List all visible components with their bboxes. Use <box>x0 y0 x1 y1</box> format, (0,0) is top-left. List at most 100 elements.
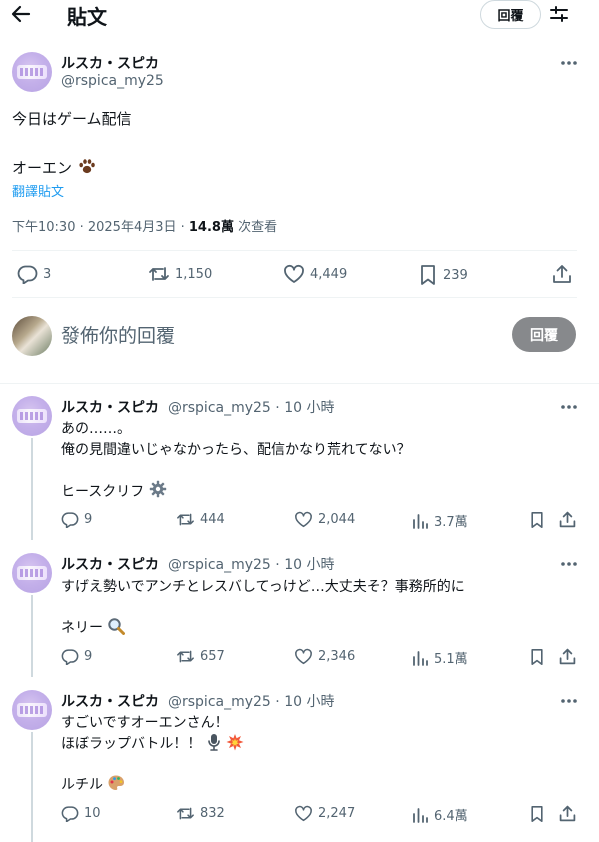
reply-author-name[interactable]: ルスカ・スピカ <box>61 554 159 574</box>
view-count-label: 次查看 <box>233 220 278 235</box>
sliders-icon[interactable] <box>548 3 570 25</box>
heart-icon <box>295 511 312 528</box>
reply-signature: ヒースクリフ <box>61 480 167 501</box>
share-icon <box>559 648 576 665</box>
author-name[interactable]: ルスカ・スピカ <box>61 53 159 73</box>
heart-icon <box>295 648 312 665</box>
thread-line <box>31 732 33 842</box>
repost-action[interactable]: 1,150 <box>148 264 212 284</box>
bookmark-icon <box>531 649 543 665</box>
comment-icon <box>61 649 79 665</box>
reply-count: 9 <box>84 512 93 527</box>
bookmark-action[interactable]: 239 <box>418 264 468 286</box>
like-action[interactable]: 2,044 <box>294 511 355 528</box>
comment-icon <box>61 512 79 528</box>
view-count: 5.1萬 <box>434 652 468 667</box>
bookmark-action[interactable] <box>529 511 545 529</box>
reply-signature-label: ルチル <box>61 777 103 793</box>
share-icon <box>559 511 576 528</box>
reply-action[interactable]: 9 <box>61 648 92 665</box>
heart-icon <box>284 264 304 283</box>
like-action[interactable]: 4,449 <box>283 264 347 284</box>
reply-author-name[interactable]: ルスカ・スピカ <box>61 691 159 711</box>
repost-count: 1,150 <box>175 266 213 282</box>
like-action[interactable]: 2,247 <box>294 805 355 822</box>
reply-sort-button[interactable]: 回覆 <box>480 0 541 29</box>
reply-signature-label: ヒースクリフ <box>61 484 145 500</box>
reply-count: 9 <box>84 649 93 664</box>
like-action[interactable]: 2,346 <box>294 648 355 665</box>
share-icon <box>553 265 571 283</box>
author-avatar[interactable] <box>12 52 52 92</box>
repost-action[interactable]: 657 <box>176 648 225 665</box>
reply-text-line: すげえ勢いでアンチとレスバしてっけど…大丈夫そ？事務所的に <box>61 579 465 595</box>
repost-count: 657 <box>200 649 225 664</box>
reply-signature: ネリー <box>61 617 126 637</box>
reply-text-line: あの……。 <box>61 421 131 437</box>
repost-count: 444 <box>200 512 225 527</box>
reply-avatar[interactable] <box>12 553 52 593</box>
retweet-icon <box>177 650 194 663</box>
analytics-icon <box>413 651 428 666</box>
back-arrow-icon[interactable] <box>9 3 33 25</box>
retweet-icon <box>177 807 194 820</box>
retweet-icon <box>177 513 194 526</box>
reply-count: 3 <box>43 266 52 282</box>
like-count: 2,044 <box>318 512 356 527</box>
reply-action[interactable]: 9 <box>61 511 92 528</box>
gear-emoji-icon <box>149 480 167 498</box>
more-options-icon[interactable] <box>558 558 580 570</box>
top-bar: 貼文 回覆 <box>0 0 599 30</box>
share-icon <box>559 805 576 822</box>
reply-meta[interactable]: @rspica_my25 · 10 小時 <box>168 397 334 417</box>
view-count: 14.8萬 <box>188 220 234 235</box>
paw-emoji-icon <box>77 156 97 176</box>
bookmark-icon <box>531 806 543 822</box>
reply-avatar[interactable] <box>12 690 52 730</box>
timestamp-text: 下午10:30 · 2025年4月3日 · <box>12 220 189 235</box>
thread-line <box>31 438 33 540</box>
bookmark-action[interactable] <box>529 805 545 823</box>
share-action[interactable] <box>551 263 573 285</box>
more-options-icon[interactable] <box>558 57 580 69</box>
bookmark-count: 239 <box>443 267 468 283</box>
views-action[interactable]: 5.1萬 <box>412 648 468 667</box>
author-handle[interactable]: @rspica_my25 <box>61 73 164 89</box>
views-action[interactable]: 3.7萬 <box>412 511 468 530</box>
collision-emoji-icon <box>226 733 244 751</box>
more-options-icon[interactable] <box>558 401 580 413</box>
view-count: 6.4萬 <box>434 809 468 824</box>
repost-action[interactable]: 832 <box>176 805 225 822</box>
repost-count: 832 <box>200 806 225 821</box>
translate-post-link[interactable]: 翻譯貼文 <box>12 181 64 200</box>
share-action[interactable] <box>558 804 577 823</box>
reply-compose-input[interactable]: 發佈你的回覆 <box>61 321 175 348</box>
share-action[interactable] <box>558 510 577 529</box>
magnifier-emoji-icon <box>107 617 126 635</box>
page-title: 貼文 <box>67 5 107 29</box>
comment-icon <box>61 806 79 822</box>
analytics-icon <box>413 514 428 529</box>
reply-meta[interactable]: @rspica_my25 · 10 小時 <box>168 691 334 711</box>
reply-action[interactable]: 10 <box>61 805 101 822</box>
heart-icon <box>295 805 312 822</box>
bookmark-action[interactable] <box>529 648 545 666</box>
divider <box>12 250 577 251</box>
reply-meta[interactable]: @rspica_my25 · 10 小時 <box>168 554 334 574</box>
retweet-icon <box>149 267 169 281</box>
reply-author-name[interactable]: ルスカ・スピカ <box>61 397 159 417</box>
like-count: 2,247 <box>318 806 356 821</box>
palette-emoji-icon <box>107 774 125 792</box>
reply-avatar[interactable] <box>12 396 52 436</box>
share-action[interactable] <box>558 647 577 666</box>
reply-submit-button[interactable]: 回覆 <box>512 317 576 352</box>
reply-action[interactable]: 3 <box>17 264 51 284</box>
repost-action[interactable]: 444 <box>176 511 225 528</box>
reply-text-line: すごいですオーエンさん！ <box>61 715 229 731</box>
post-text-line-2: オーエン <box>12 156 97 178</box>
views-action[interactable]: 6.4萬 <box>412 805 468 824</box>
bookmark-icon <box>531 511 543 528</box>
more-options-icon[interactable] <box>558 695 580 707</box>
reply-signature: ルチル <box>61 774 125 794</box>
post-timestamp: 下午10:30 · 2025年4月3日 · 14.8萬 次查看 <box>12 216 277 235</box>
